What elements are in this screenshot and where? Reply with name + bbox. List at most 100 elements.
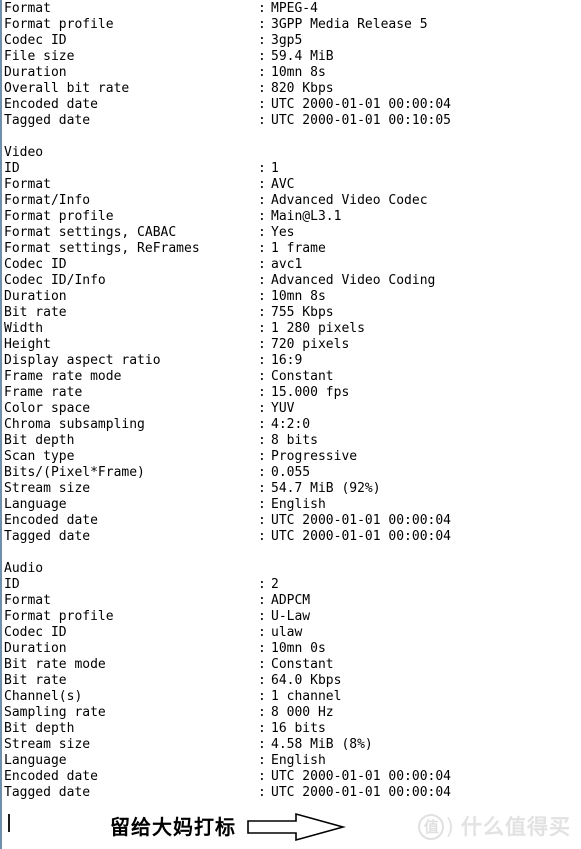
report-row-value: 8 000 Hz — [271, 705, 334, 720]
report-row: Codec ID: avc1 — [4, 257, 581, 273]
report-row-separator: : — [258, 49, 266, 64]
report-row: Encoded date: UTC 2000-01-01 00:00:04 — [4, 97, 581, 113]
report-row-separator: : — [258, 433, 266, 448]
report-row-separator: : — [258, 465, 266, 480]
report-row: Bit rate mode: Constant — [4, 657, 581, 673]
report-row-separator: : — [258, 753, 266, 768]
report-row-value: UTC 2000-01-01 00:00:04 — [271, 769, 452, 784]
report-row-value: 10mn 8s — [271, 65, 326, 80]
report-row: Format profile: U-Law — [4, 609, 581, 625]
report-row-label: Bit depth — [4, 721, 75, 736]
report-row-separator: : — [258, 97, 266, 112]
report-row-value: 4.58 MiB (8%) — [271, 737, 373, 752]
report-row-separator: : — [258, 689, 266, 704]
report-row-value: UTC 2000-01-01 00:00:04 — [271, 529, 452, 544]
report-row-value: ADPCM — [271, 593, 311, 608]
report-row-label: ID — [4, 577, 20, 592]
section-heading: Video — [4, 145, 44, 160]
report-row-label: Chroma subsampling — [4, 417, 145, 432]
report-row-label: Format — [4, 177, 51, 192]
report-row-label: Overall bit rate — [4, 81, 130, 96]
report-row-label: Duration — [4, 641, 67, 656]
report-row-label: Bit rate — [4, 305, 67, 320]
text-caret — [8, 814, 10, 832]
report-row: Height:720 pixels — [4, 337, 581, 353]
report-row-label: Bit depth — [4, 433, 75, 448]
report-row-label: Tagged date — [4, 785, 91, 800]
report-row-label: ID — [4, 161, 20, 176]
report-row-value: Main@L3.1 — [271, 209, 342, 224]
report-row-label: Encoded date — [4, 769, 98, 784]
report-row-separator: : — [258, 593, 266, 608]
report-row-separator: : — [258, 737, 266, 752]
report-row: ID:1 — [4, 161, 581, 177]
report-row-separator: : — [258, 17, 266, 32]
report-row-label: Frame rate — [4, 385, 83, 400]
report-row-value: MPEG-4 — [271, 1, 318, 16]
report-row: Codec ID: ulaw — [4, 625, 581, 641]
report-row: File size:59.4 MiB — [4, 49, 581, 65]
report-row-separator: : — [258, 497, 266, 512]
report-row-value: 3gp5 — [271, 33, 303, 48]
report-row-separator: : — [258, 241, 266, 256]
report-row-separator: : — [258, 721, 266, 736]
report-row-value: 0.055 — [271, 465, 311, 480]
report-row-value: 3GPP Media Release 5 — [271, 17, 428, 32]
report-row-value: 1 channel — [271, 689, 342, 704]
report-row: ID:2 — [4, 577, 581, 593]
annotation-label: 留给大妈打标 — [110, 815, 236, 839]
report-row-separator: : — [258, 289, 266, 304]
report-row-separator: : — [258, 81, 266, 96]
watermark-paren: ) — [445, 814, 454, 840]
report-row: Stream size:54.7 MiB (92%) — [4, 481, 581, 497]
report-row: Tagged date: UTC 2000-01-01 00:00:04 — [4, 785, 581, 801]
report-row: Tagged date: UTC 2000-01-01 00:10:05 — [4, 113, 581, 129]
report-row-label: Duration — [4, 289, 67, 304]
report-row-label: Encoded date — [4, 97, 98, 112]
report-row: Overall bit rate:820 Kbps — [4, 81, 581, 97]
report-row-label: Codec ID — [4, 625, 67, 640]
report-row-value: 1 — [271, 161, 279, 176]
report-row-separator: : — [258, 113, 266, 128]
report-row-value: AVC — [271, 177, 295, 192]
report-row-value: U-Law — [271, 609, 311, 624]
report-row-separator: : — [258, 401, 266, 416]
report-row-separator: : — [258, 641, 266, 656]
report-row: Display aspect ratio:16:9 — [4, 353, 581, 369]
report-row-separator: : — [258, 321, 266, 336]
report-row-value: 2 — [271, 577, 279, 592]
report-row-separator: : — [258, 417, 266, 432]
report-row-value: 8 bits — [271, 433, 318, 448]
report-row: Scan type: Progressive — [4, 449, 581, 465]
report-row-value: 4:2:0 — [271, 417, 311, 432]
report-row-value: avc1 — [271, 257, 303, 272]
report-row: Format: ADPCM — [4, 593, 581, 609]
report-row-separator: : — [258, 177, 266, 192]
report-row: Bit depth:16 bits — [4, 721, 581, 737]
report-row-value: 64.0 Kbps — [271, 673, 342, 688]
report-row-separator: : — [258, 577, 266, 592]
report-row-separator: : — [258, 513, 266, 528]
report-row-value: 1 frame — [271, 241, 326, 256]
report-row: Format settings, CABAC: Yes — [4, 225, 581, 241]
report-row-value: Advanced Video Codec — [271, 193, 428, 208]
report-row-separator: : — [258, 161, 266, 176]
report-row-separator: : — [258, 65, 266, 80]
report-row-separator: : — [258, 657, 266, 672]
report-row-value: UTC 2000-01-01 00:10:05 — [271, 113, 452, 128]
report-row-value: 59.4 MiB — [271, 49, 334, 64]
report-row-value: ulaw — [271, 625, 303, 640]
report-row-label: Codec ID/Info — [4, 273, 106, 288]
report-row: Bit depth:8 bits — [4, 433, 581, 449]
report-row: Codec ID:3gp5 — [4, 33, 581, 49]
report-row-label: Format — [4, 593, 51, 608]
report-row-label: Format settings, CABAC — [4, 225, 177, 240]
report-row: Duration:10mn 0s — [4, 641, 581, 657]
report-row-label: Bits/(Pixel*Frame) — [4, 465, 145, 480]
report-row-separator: : — [258, 337, 266, 352]
report-row-separator: : — [258, 785, 266, 800]
report-row-value: UTC 2000-01-01 00:00:04 — [271, 97, 452, 112]
report-row-value: Constant — [271, 657, 334, 672]
